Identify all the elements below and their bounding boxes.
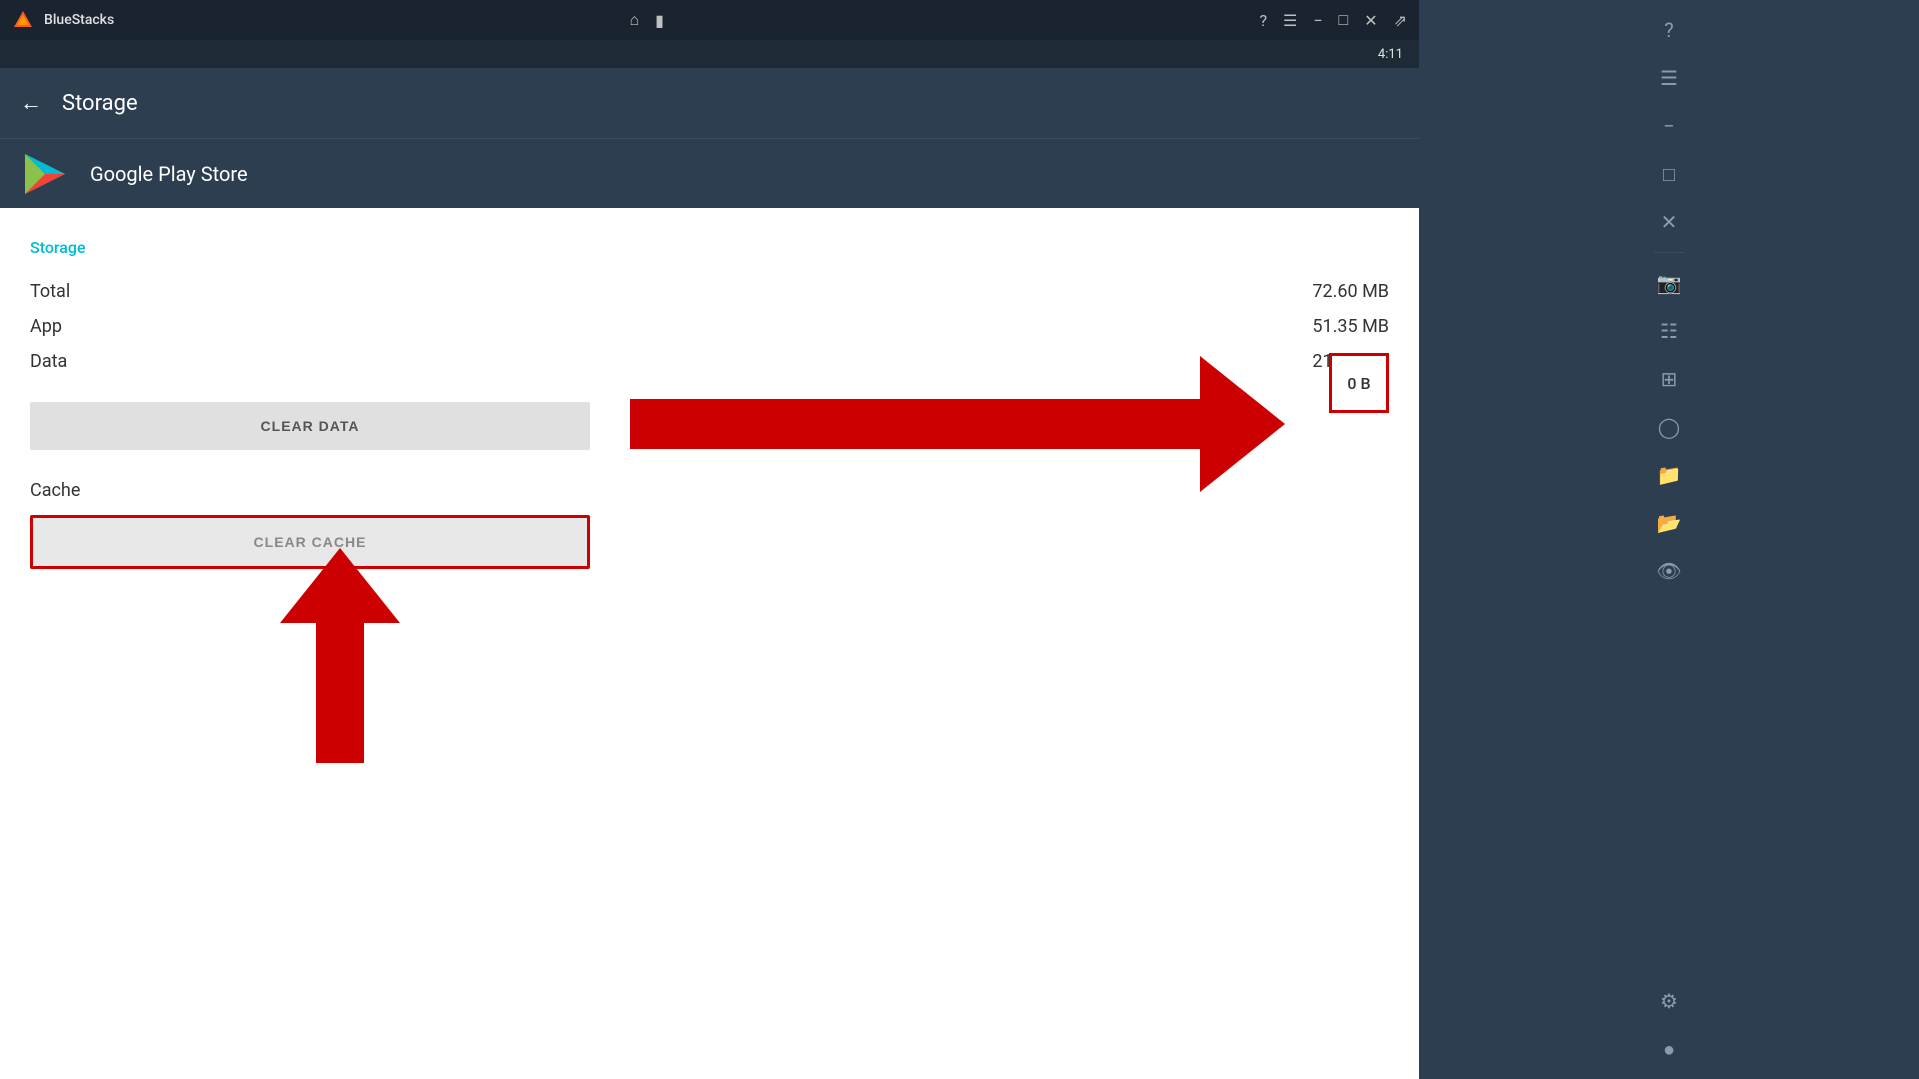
data-value: 21.25 MB	[1312, 351, 1389, 372]
page-title: Storage	[62, 91, 138, 116]
minimize-icon[interactable]: −	[1313, 11, 1322, 30]
play-store-icon	[20, 149, 70, 199]
clock-bar: 4:11	[0, 40, 1419, 68]
app-info-header: Google Play Store	[0, 138, 1419, 208]
maximize-icon[interactable]: □	[1339, 10, 1349, 30]
home-icon[interactable]: ⌂	[629, 10, 639, 30]
total-row: Total 72.60 MB	[30, 281, 1389, 302]
data-label: Data	[30, 351, 67, 372]
total-label: Total	[30, 281, 70, 302]
clear-cache-button[interactable]: CLEAR CACHE	[30, 515, 590, 569]
sidebar-icon-settings[interactable]: ●	[1647, 1027, 1691, 1071]
sidebar-divider-1	[1654, 252, 1684, 253]
sidebar-icon-question[interactable]: ?	[1647, 8, 1691, 52]
bluestacks-logo	[12, 9, 34, 31]
menu-icon[interactable]: ☰	[1283, 11, 1297, 30]
app-value: 51.35 MB	[1312, 316, 1389, 337]
cache-row: Cache	[30, 480, 1389, 501]
help-icon[interactable]: ?	[1259, 11, 1267, 30]
sidebar-icon-menu[interactable]: ☰	[1647, 56, 1691, 100]
expand-icon[interactable]: ⇗	[1394, 11, 1407, 30]
sidebar-icon-gear[interactable]: ⚙	[1647, 979, 1691, 1023]
title-bar-icons: ⌂ ▮	[629, 10, 663, 30]
sidebar-icon-minimize[interactable]: −	[1647, 104, 1691, 148]
title-bar: BlueStacks ⌂ ▮ ? ☰ − □ ✕ ⇗	[0, 0, 1419, 40]
sidebar-icon-eye[interactable]: 👁	[1647, 549, 1691, 593]
content-area: Storage Total 72.60 MB App 51.35 MB Data…	[0, 208, 1419, 1079]
close-icon[interactable]: ✕	[1364, 11, 1377, 30]
bluestacks-window: BlueStacks ⌂ ▮ ? ☰ − □ ✕ ⇗ 4:11 ← Storag…	[0, 0, 1419, 1079]
sidebar-icon-close[interactable]: ✕	[1647, 200, 1691, 244]
sidebar-icon-camera[interactable]: 📷	[1647, 261, 1691, 305]
annotation-overlay: 0 B	[0, 208, 1419, 1079]
sidebar-icon-table-alt[interactable]: ⊞	[1647, 357, 1691, 401]
total-value: 72.60 MB	[1312, 281, 1389, 302]
window-controls: ? ☰ − □ ✕ ⇗	[1259, 10, 1407, 30]
layers-icon[interactable]: ▮	[655, 11, 664, 30]
app-row: App 51.35 MB	[30, 316, 1389, 337]
sidebar-icon-folder-alt[interactable]: 📂	[1647, 501, 1691, 545]
clear-data-button[interactable]: CLEAR DATA	[30, 402, 590, 450]
back-button[interactable]: ←	[20, 90, 42, 116]
sidebar-icon-user[interactable]: ◯	[1647, 405, 1691, 449]
cache-label: Cache	[30, 480, 80, 501]
right-arrow-annotation	[630, 356, 1285, 492]
right-sidebar: ? ☰ − □ ✕ 📷 ☷ ⊞ ◯ 📁 📂 👁 ⚙ ●	[1419, 0, 1919, 1079]
sidebar-icon-restore[interactable]: □	[1647, 152, 1691, 196]
clock-time: 4:11	[1378, 47, 1403, 62]
sidebar-icon-folder[interactable]: 📁	[1647, 453, 1691, 497]
app-label: App	[30, 316, 62, 337]
section-title: Storage	[30, 238, 1389, 257]
up-arrow-annotation	[280, 548, 400, 763]
data-row: Data 21.25 MB	[30, 351, 1389, 372]
android-area: ← Storage Google Play Store Storage Tota…	[0, 68, 1419, 1079]
sidebar-icon-table[interactable]: ☷	[1647, 309, 1691, 353]
app-name: Google Play Store	[90, 162, 248, 186]
app-title: BlueStacks	[44, 12, 619, 28]
storage-header: ← Storage	[0, 68, 1419, 138]
